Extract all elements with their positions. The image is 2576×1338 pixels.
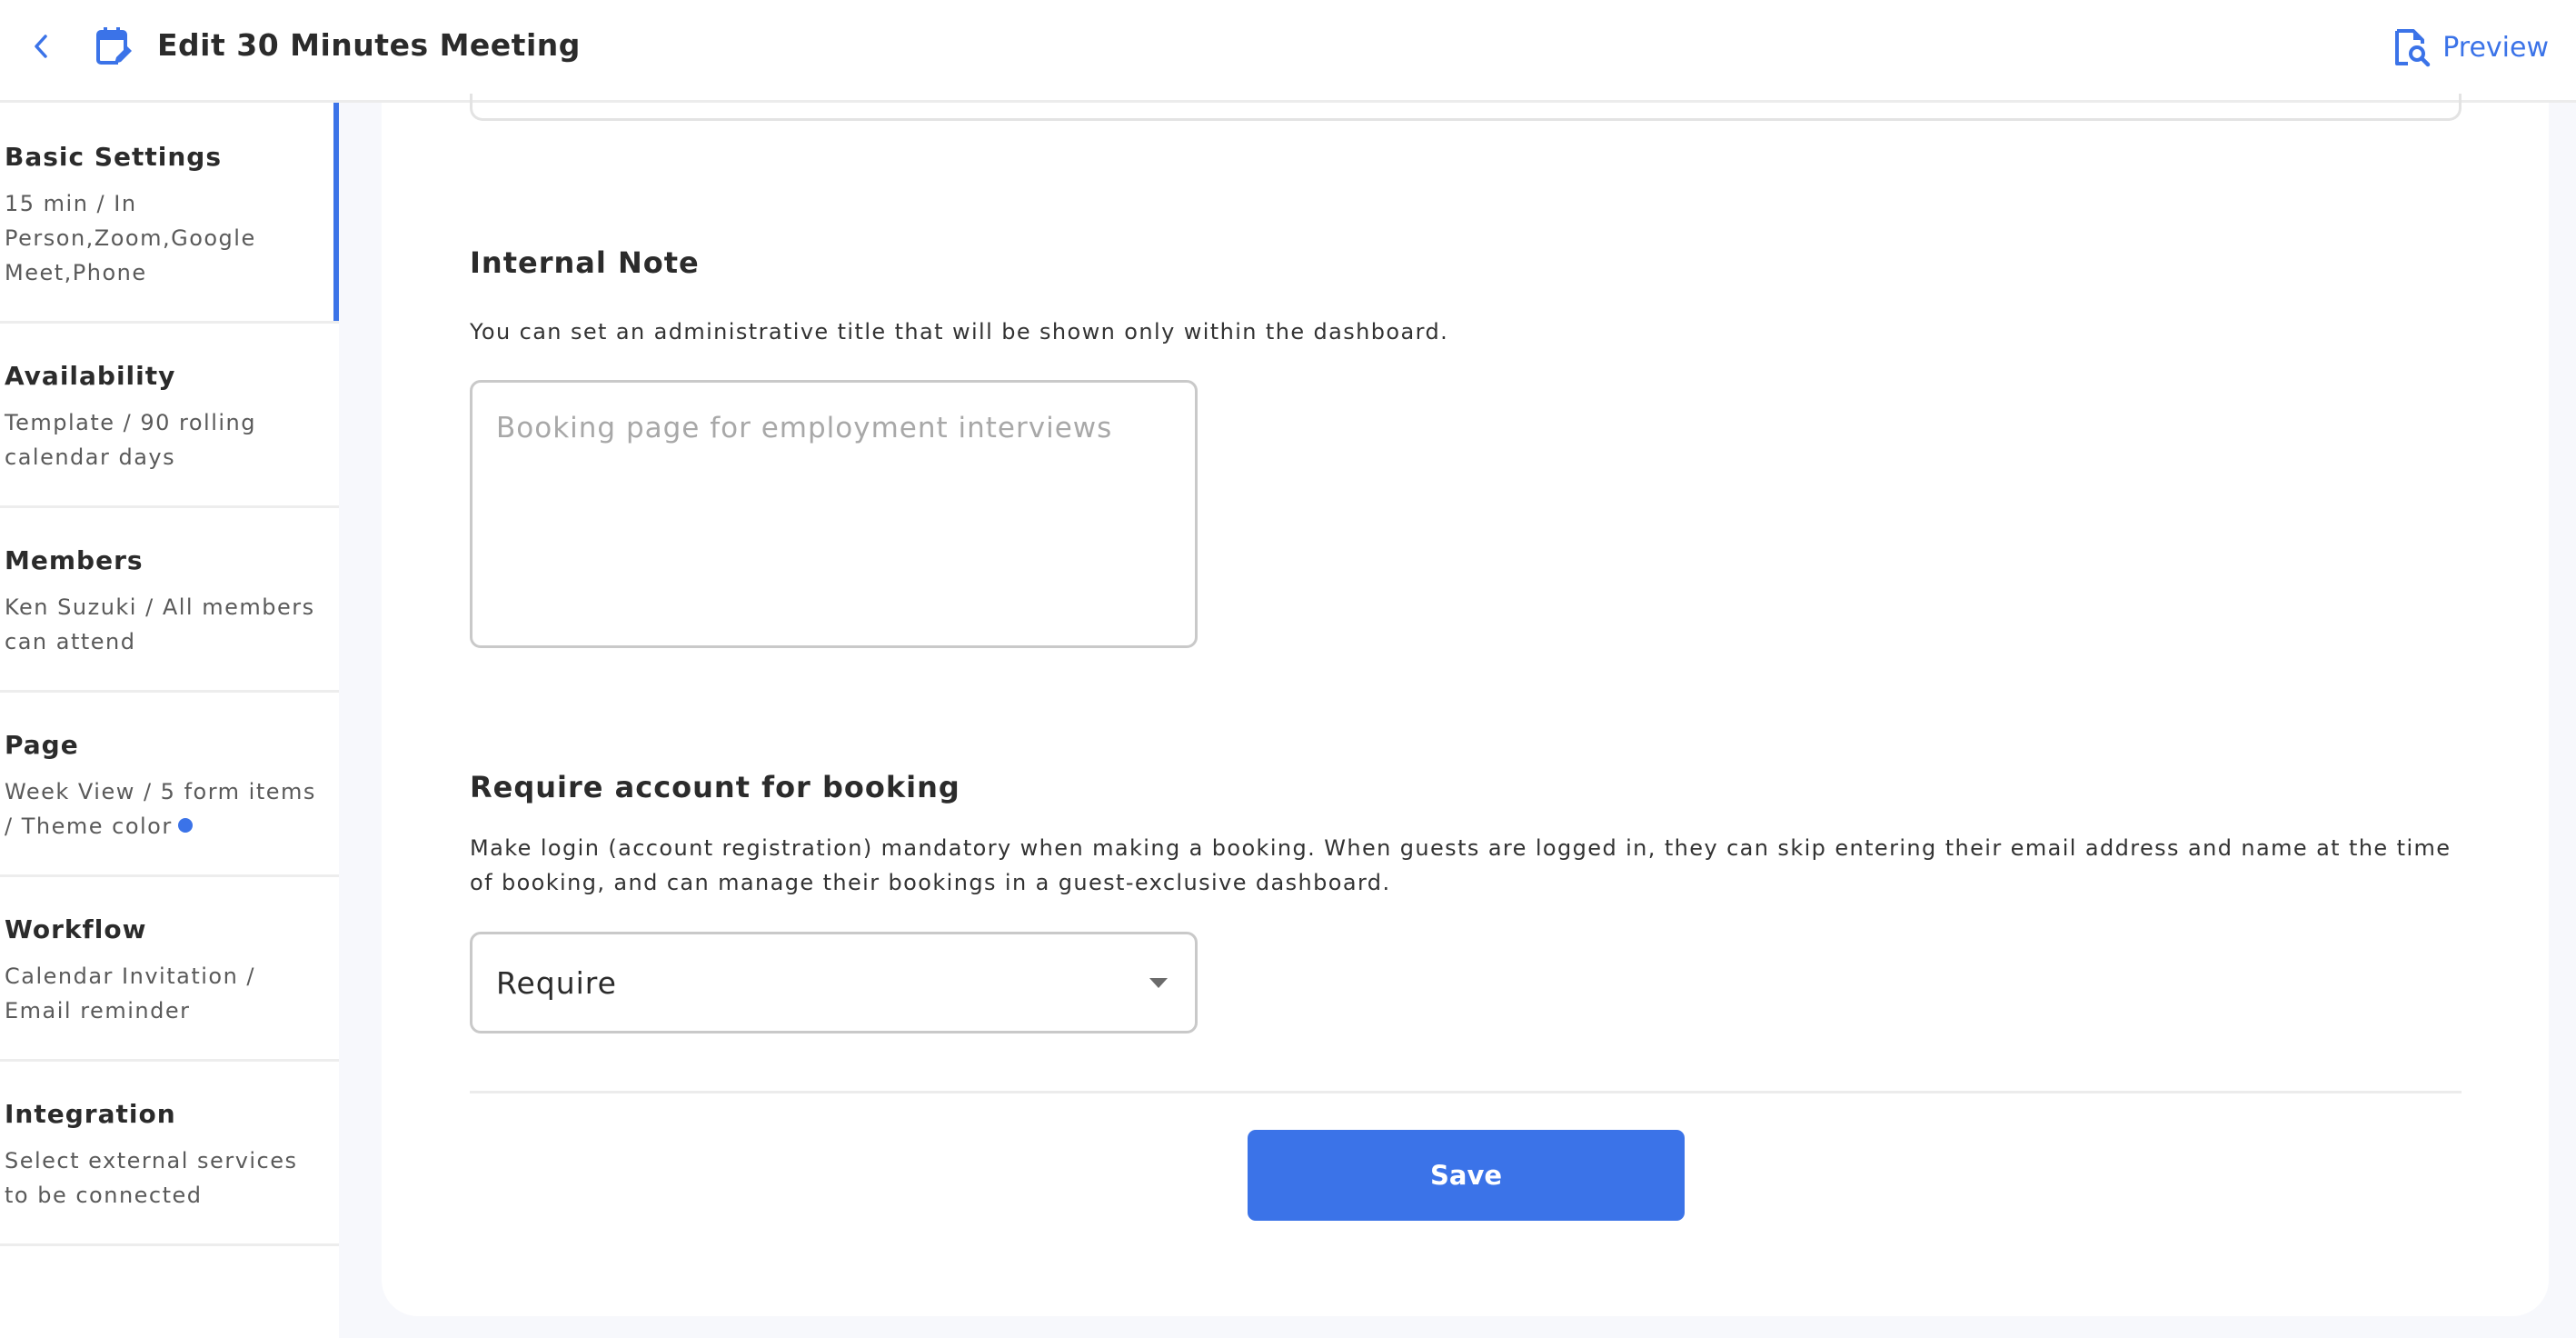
sidebar-item-desc: Week View / 5 form items / Theme color xyxy=(5,774,324,844)
dropdown-caret-icon xyxy=(1149,977,1168,988)
save-button[interactable]: Save xyxy=(1248,1130,1685,1221)
sidebar-item-title: Workflow xyxy=(5,914,147,944)
sidebar-item-title: Members xyxy=(5,545,144,575)
sidebar-item-basic-settings[interactable]: Basic Settings 15 min / In Person,Zoom,G… xyxy=(0,103,339,324)
internal-note-input[interactable] xyxy=(470,380,1198,648)
chevron-left-icon xyxy=(35,35,47,58)
sidebar-item-desc: Template / 90 rolling calendar days xyxy=(5,410,256,470)
sidebar-item-workflow[interactable]: Workflow Calendar Invitation / Email rem… xyxy=(0,877,339,1062)
sidebar-item-availability[interactable]: Availability Template / 90 rolling calen… xyxy=(0,324,339,508)
theme-color-dot xyxy=(177,818,193,833)
back-button[interactable] xyxy=(27,33,55,60)
sidebar-item-members[interactable]: Members Ken Suzuki / All members can att… xyxy=(0,508,339,693)
sidebar-item-title: Page xyxy=(5,730,79,760)
document-search-icon xyxy=(2395,29,2431,67)
internal-note-title: Internal Note xyxy=(470,245,700,280)
require-account-title: Require account for booking xyxy=(470,770,960,804)
require-account-selected-value: Require xyxy=(496,964,617,1001)
sidebar-item-page[interactable]: Page Week View / 5 form items / Theme co… xyxy=(0,693,339,877)
header-bar: Edit 30 Minutes Meeting Preview xyxy=(0,0,2576,103)
sidebar-item-desc: Ken Suzuki / All members can attend xyxy=(5,594,315,654)
settings-sidebar: Basic Settings 15 min / In Person,Zoom,G… xyxy=(0,103,339,1338)
sidebar-item-title: Basic Settings xyxy=(5,142,223,172)
sidebar-item-desc: Select external services to be connected xyxy=(5,1148,298,1208)
sidebar-item-desc-text: Week View / 5 form items / Theme color xyxy=(5,779,316,839)
internal-note-description: You can set an administrative title that… xyxy=(470,319,1449,344)
previous-input-field[interactable] xyxy=(470,94,2462,121)
settings-card: Internal Note You can set an administrat… xyxy=(382,94,2549,1316)
require-account-select[interactable]: Require xyxy=(470,932,1198,1033)
sidebar-item-desc: 15 min / In Person,Zoom,Google Meet,Phon… xyxy=(5,191,256,285)
page-title: Edit 30 Minutes Meeting xyxy=(157,27,581,63)
require-account-description: Make login (account registration) mandat… xyxy=(470,835,2452,895)
sidebar-item-integration[interactable]: Integration Select external services to … xyxy=(0,1062,339,1246)
sidebar-item-title: Availability xyxy=(5,361,176,391)
sidebar-item-title: Integration xyxy=(5,1099,176,1129)
calendar-edit-icon xyxy=(96,27,132,65)
preview-label: Preview xyxy=(2442,31,2549,64)
form-divider xyxy=(470,1091,2462,1093)
preview-button[interactable]: Preview xyxy=(2393,25,2549,69)
sidebar-item-desc: Calendar Invitation / Email reminder xyxy=(5,964,256,1023)
